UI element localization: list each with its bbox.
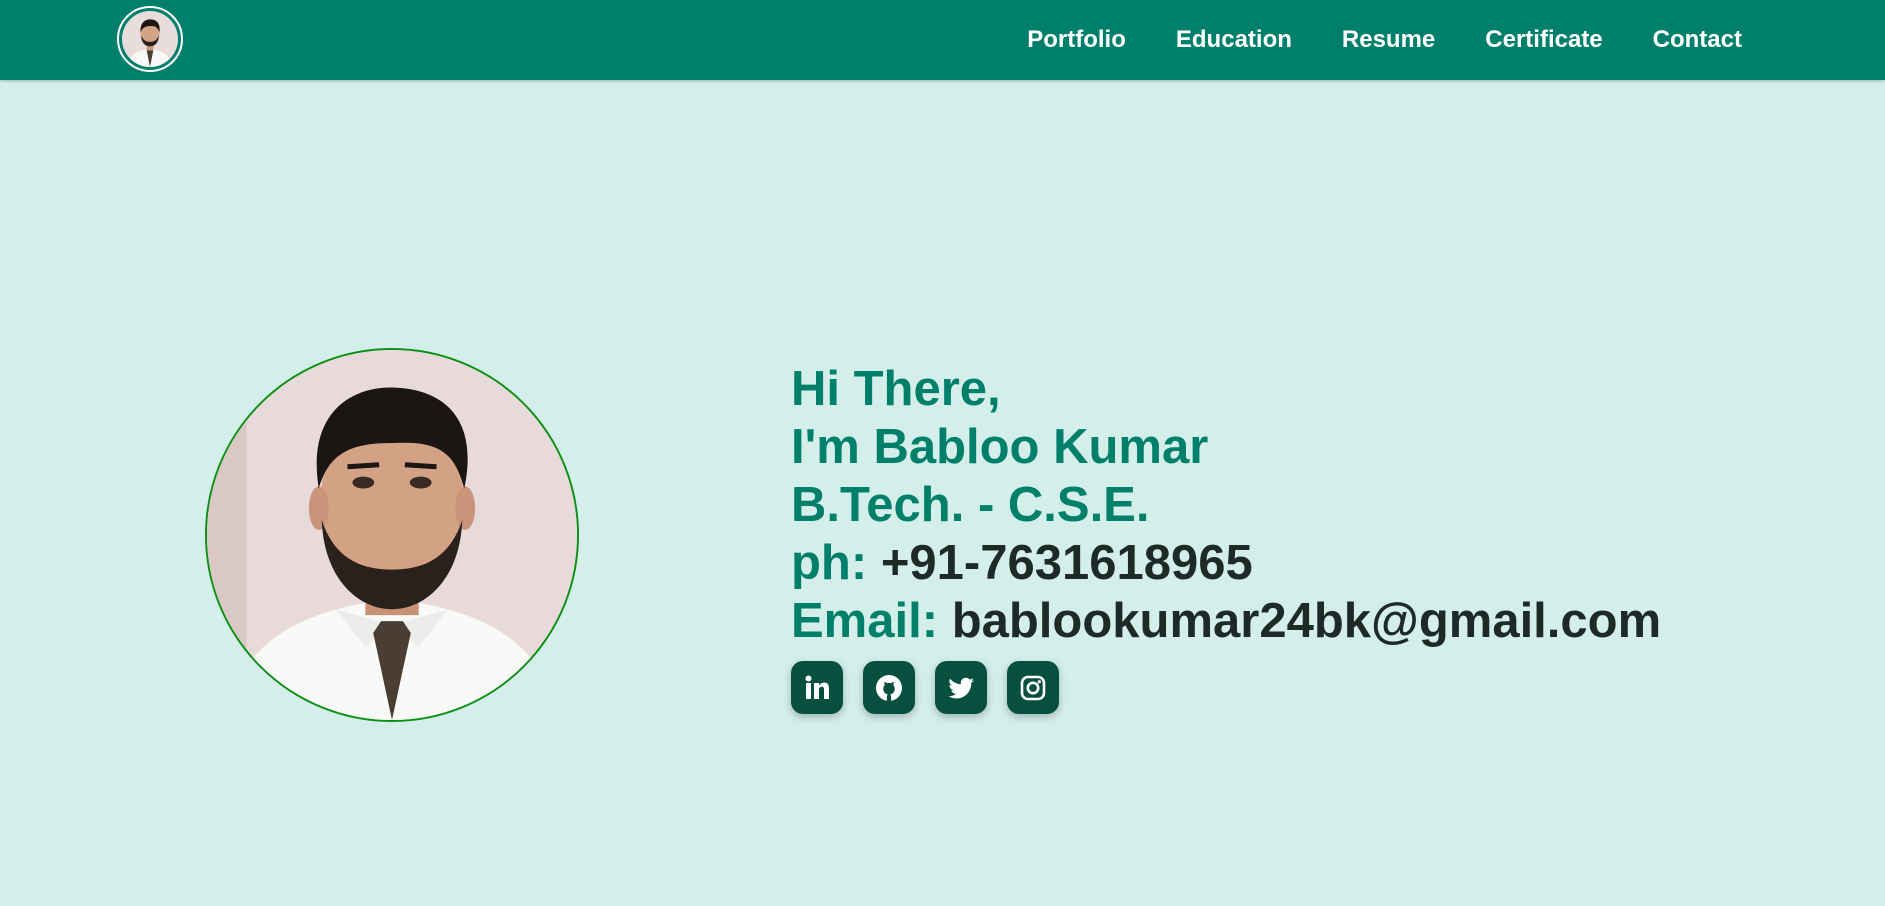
navbar: Portfolio Education Resume Certificate C… — [0, 0, 1885, 80]
degree: B.Tech. - C.S.E. — [791, 478, 1150, 532]
profile-avatar-icon — [122, 11, 178, 67]
social-links — [791, 661, 1059, 714]
nav-link-contact[interactable]: Contact — [1653, 28, 1742, 52]
nav-link-portfolio[interactable]: Portfolio — [1027, 28, 1126, 52]
nav-link-resume[interactable]: Resume — [1342, 28, 1435, 52]
email-line: Email: bablookumar24bk@gmail.com — [791, 592, 1661, 650]
phone-line: ph: +91-7631618965 — [791, 534, 1661, 592]
phone-value: +91-7631618965 — [880, 536, 1253, 590]
phone-label: ph: — [791, 536, 868, 590]
greeting: Hi There, — [791, 362, 1001, 416]
nav-link-education[interactable]: Education — [1176, 28, 1292, 52]
name-line: I'm Babloo Kumar — [791, 420, 1209, 474]
nav-links: Portfolio Education Resume Certificate C… — [977, 0, 1742, 80]
twitter-icon — [948, 677, 974, 698]
profile-photo — [205, 348, 579, 722]
twitter-button[interactable] — [935, 661, 987, 714]
email-label: Email: — [791, 594, 939, 648]
linkedin-button[interactable] — [791, 661, 843, 714]
email-value: bablookumar24bk@gmail.com — [951, 594, 1662, 648]
instagram-icon — [1020, 675, 1046, 700]
nav-link-certificate[interactable]: Certificate — [1485, 28, 1602, 52]
github-icon — [876, 674, 902, 701]
github-button[interactable] — [863, 661, 915, 714]
linkedin-icon — [805, 675, 829, 699]
instagram-button[interactable] — [1007, 661, 1059, 714]
intro: Hi There, I'm Babloo Kumar B.Tech. - C.S… — [791, 360, 1661, 650]
nav-avatar[interactable] — [117, 6, 183, 72]
